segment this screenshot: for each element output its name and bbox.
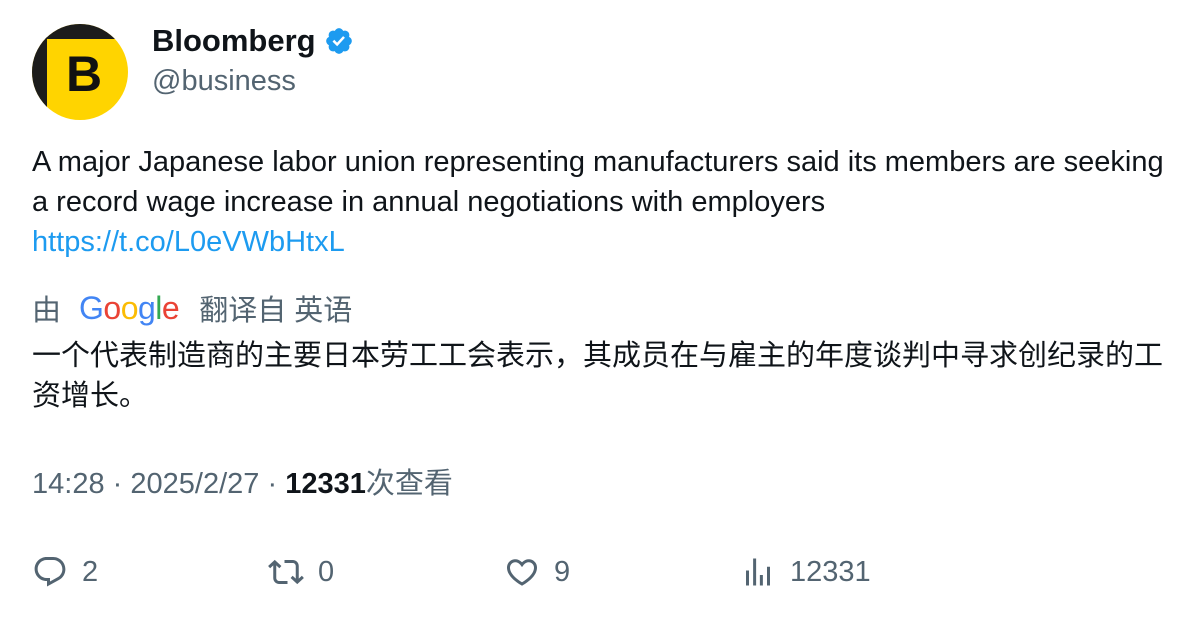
reply-count: 2 [82,556,99,588]
author-handle[interactable]: @business [152,62,296,100]
views-count: 12331 [285,468,366,500]
reply-icon [34,557,66,587]
translation-attribution: 由 Google 翻译自 英语 [32,288,352,328]
avatar-logo-letter: B [65,46,103,102]
author-name-row[interactable]: Bloomberg [152,22,354,60]
tweet-body: A major Japanese labor union representin… [32,142,1172,262]
retweet-icon [268,559,304,585]
avatar[interactable]: B [32,24,128,120]
meta-separator: · [267,468,278,500]
author-name[interactable]: Bloomberg [152,22,316,60]
translated-text: 一个代表制造商的主要日本劳工工会表示，其成员在与雇主的年度谈判中寻求创纪录的工资… [32,340,1164,412]
like-button[interactable]: 9 [504,550,570,594]
tweet-meta: 14:28 · 2025/2/27 · 12331次查看 [32,464,453,504]
tweet-link[interactable]: https://t.co/L0eVWbHtxL [32,222,1172,262]
meta-separator: · [112,468,123,500]
like-count: 9 [554,556,571,588]
reply-button[interactable]: 2 [32,550,98,594]
heart-icon [506,559,538,586]
tweet-time[interactable]: 14:28 [32,468,105,500]
google-logo: Google [79,290,180,326]
retweet-count: 0 [318,556,335,588]
tweet-text: A major Japanese labor union representin… [32,146,1164,218]
analytics-icon [746,558,770,586]
views-button[interactable]: 12331 [740,550,871,594]
verified-badge-icon[interactable] [324,26,354,56]
retweet-button[interactable]: 0 [268,550,334,594]
views-label: 次查看 [365,468,453,500]
translation-suffix: 翻译自 英语 [199,295,353,327]
tweet-date[interactable]: 2025/2/27 [130,468,259,500]
translation-prefix: 由 [32,295,62,327]
views-count-action: 12331 [790,556,871,588]
